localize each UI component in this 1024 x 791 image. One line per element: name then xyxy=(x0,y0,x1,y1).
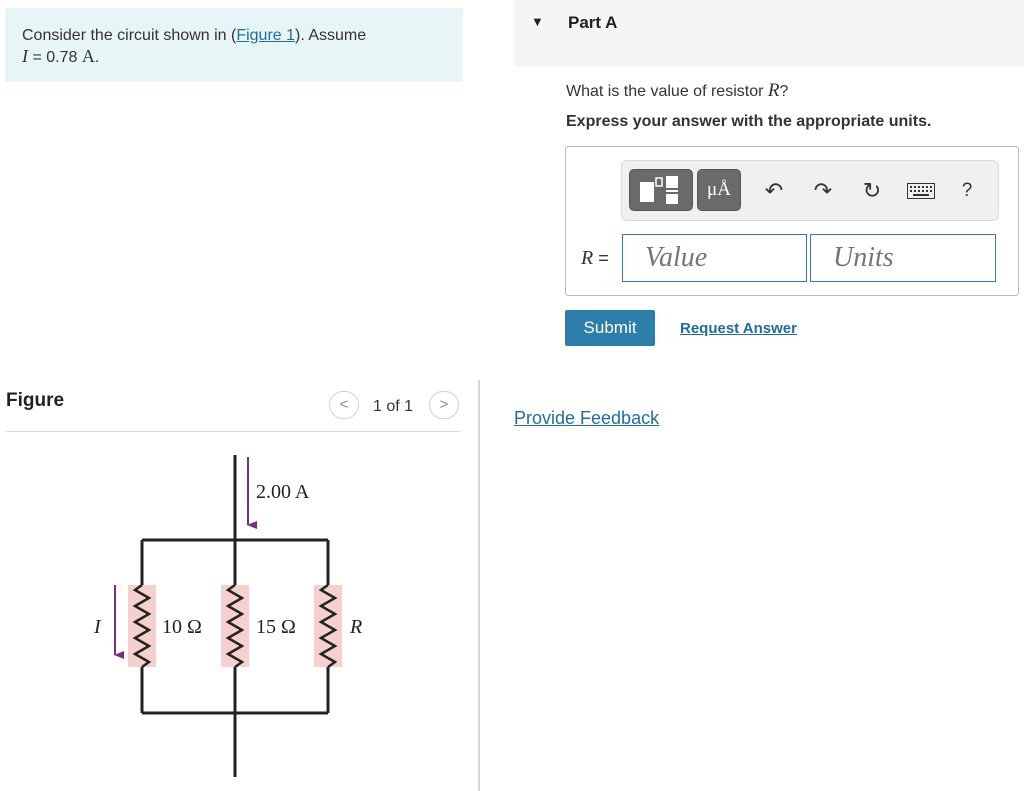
reset-icon[interactable]: ↻ xyxy=(857,174,887,208)
template-icon xyxy=(640,176,678,204)
question-text: What is the value of resistor R? xyxy=(566,80,788,102)
part-title[interactable]: Part A xyxy=(568,13,617,33)
resistor-10-label: 10 Ω xyxy=(162,616,202,638)
part-a-header[interactable] xyxy=(514,0,1024,66)
keyboard-glyph xyxy=(907,183,935,199)
circuit-diagram: 2.00 A I 10 Ω 15 Ω R xyxy=(93,455,362,777)
figure-prev-button[interactable]: < xyxy=(329,391,359,419)
request-answer-link[interactable]: Request Answer xyxy=(680,320,797,337)
math-toolbar: μÅ ↶ ↷ ↻ ? xyxy=(621,160,999,221)
problem-text: Consider the circuit shown in (Figure 1)… xyxy=(22,26,366,68)
problem-current-unit: A xyxy=(81,46,95,66)
value-input[interactable] xyxy=(622,234,807,282)
submit-button[interactable]: Submit xyxy=(565,310,655,346)
keyboard-icon[interactable] xyxy=(903,174,939,208)
figure-heading: Figure xyxy=(6,390,65,411)
units-input[interactable] xyxy=(810,234,996,282)
units-button[interactable]: μÅ xyxy=(697,169,741,211)
figure-pager: 1 of 1 xyxy=(373,398,414,415)
problem-prefix: Consider the circuit shown in ( xyxy=(22,27,237,44)
redo-icon[interactable]: ↷ xyxy=(808,174,838,208)
problem-statement-box: Consider the circuit shown in (Figure 1)… xyxy=(5,8,463,82)
answer-equals: = xyxy=(593,248,609,268)
question-var: R xyxy=(767,80,780,101)
resistor-15-label: 15 Ω xyxy=(256,616,296,638)
help-icon[interactable]: ? xyxy=(952,174,982,208)
input-current-label: 2.00 A xyxy=(256,481,310,503)
figure-next-button[interactable]: > xyxy=(429,391,459,419)
branch-current-label: I xyxy=(93,616,102,638)
problem-current-value: = 0.78 xyxy=(28,49,82,66)
undo-icon[interactable]: ↶ xyxy=(759,174,789,208)
template-button[interactable] xyxy=(629,169,693,211)
question-prefix: What is the value of resistor xyxy=(566,83,768,100)
panel-divider[interactable] xyxy=(478,380,480,791)
figure-link[interactable]: Figure 1 xyxy=(236,27,295,44)
answer-box: μÅ ↶ ↷ ↻ ? R = xyxy=(565,146,1019,296)
collapse-caret-icon[interactable]: ▼ xyxy=(531,14,544,29)
problem-period: . xyxy=(94,49,100,66)
instruction-text: Express your answer with the appropriate… xyxy=(566,113,932,130)
question-suffix: ? xyxy=(779,83,789,100)
answer-label: R = xyxy=(581,247,609,270)
provide-feedback-link[interactable]: Provide Feedback xyxy=(514,408,659,429)
answer-var: R xyxy=(581,247,594,269)
figure-divider xyxy=(5,431,461,432)
resistor-r-label: R xyxy=(349,616,362,638)
problem-suffix: ). Assume xyxy=(295,27,367,44)
